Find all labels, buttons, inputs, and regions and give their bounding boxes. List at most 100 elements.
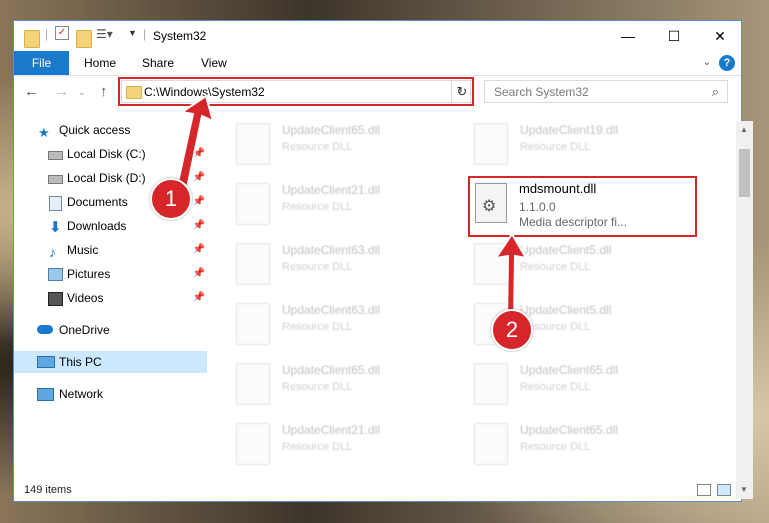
- music-icon: ♪: [49, 244, 56, 260]
- file-name: UpdateClient21.dll: [282, 423, 381, 437]
- list-item[interactable]: UpdateClient65.dll Resource DLL: [230, 117, 466, 173]
- list-item[interactable]: UpdateClient19.dll Resource DLL: [468, 117, 704, 173]
- dll-file-icon: [236, 303, 270, 345]
- sidebar-item-videos[interactable]: Videos 📌: [14, 287, 207, 309]
- ribbon: File Home Share View ⌄ ?: [14, 51, 741, 76]
- file-description: Resource DLL: [282, 261, 353, 273]
- cloud-icon: [37, 325, 53, 334]
- pictures-icon: [48, 268, 63, 281]
- pin-icon: 📌: [192, 268, 205, 279]
- file-description: Resource DLL: [520, 441, 591, 453]
- tab-file[interactable]: File: [14, 51, 69, 75]
- file-description: Resource DLL: [520, 381, 591, 393]
- dll-file-icon: [236, 123, 270, 165]
- item-count: 149 items: [24, 484, 72, 496]
- drive-icon: [48, 175, 63, 184]
- file-name: UpdateClient63.dll: [282, 243, 381, 257]
- list-item[interactable]: UpdateClient63.dll Resource DLL: [230, 297, 466, 353]
- minimize-button[interactable]: —: [605, 21, 651, 51]
- help-icon[interactable]: ?: [719, 55, 735, 71]
- sidebar-item-music[interactable]: ♪ Music 📌: [14, 239, 207, 261]
- network-icon: [37, 388, 54, 401]
- list-item[interactable]: UpdateClient21.dll Resource DLL: [230, 177, 466, 233]
- maximize-button[interactable]: ☐: [651, 21, 697, 51]
- forward-button[interactable]: →: [54, 83, 69, 100]
- details-view-icon[interactable]: [697, 484, 711, 496]
- list-item[interactable]: UpdateClient65.dll Resource DLL: [468, 357, 704, 413]
- sidebar-item-label: Videos: [67, 291, 104, 305]
- sidebar-item-label: Network: [59, 387, 104, 401]
- sidebar-item-label: Documents: [67, 195, 128, 209]
- sidebar-item-label: OneDrive: [59, 323, 110, 337]
- sidebar-item-network[interactable]: Network: [14, 383, 207, 405]
- sidebar-item-label: Music: [67, 243, 99, 257]
- scrollbar-thumb[interactable]: [739, 149, 750, 197]
- pin-icon: 📌: [192, 148, 205, 159]
- pin-icon: 📌: [192, 220, 205, 231]
- document-icon: [49, 196, 62, 211]
- list-item[interactable]: UpdateClient65.dll Resource DLL: [230, 357, 466, 413]
- address-highlight-box: [118, 77, 474, 106]
- up-button[interactable]: ↑: [100, 83, 108, 100]
- properties-icon[interactable]: ✓: [55, 26, 69, 40]
- status-bar: 149 items: [14, 481, 741, 501]
- new-folder-icon[interactable]: [76, 30, 92, 48]
- sidebar-item-label: Pictures: [67, 267, 111, 281]
- tab-view[interactable]: View: [201, 51, 227, 75]
- file-list: UpdateClient65.dll Resource DLL UpdateCli…: [216, 113, 721, 477]
- sidebar-item-label: Local Disk (C:): [67, 147, 146, 161]
- sidebar-item-this-pc[interactable]: This PC: [14, 351, 207, 373]
- file-highlight-box: [468, 176, 697, 237]
- dll-file-icon: [474, 243, 508, 285]
- drive-icon: [48, 151, 63, 160]
- search-placeholder: Search System32: [494, 85, 589, 99]
- file-description: Resource DLL: [282, 321, 353, 333]
- list-item[interactable]: UpdateClient65.dll Resource DLL: [468, 417, 704, 473]
- tab-share[interactable]: Share: [142, 51, 174, 75]
- close-button[interactable]: ✕: [697, 21, 743, 51]
- folder-icon: [24, 30, 40, 48]
- list-item[interactable]: UpdateClient5.dll Resource DLL: [468, 237, 704, 293]
- recent-locations-icon[interactable]: ⌄: [78, 87, 86, 98]
- qa-dropdown-icon[interactable]: ▼: [128, 28, 137, 44]
- file-description: Resource DLL: [282, 141, 353, 153]
- back-button[interactable]: ←: [24, 83, 39, 100]
- file-name: UpdateClient63.dll: [282, 303, 381, 317]
- sidebar-item-onedrive[interactable]: OneDrive: [14, 319, 207, 341]
- file-name: UpdateClient65.dll: [520, 363, 619, 377]
- sidebar-item-label: Quick access: [59, 123, 131, 137]
- file-description: Resource DLL: [282, 441, 353, 453]
- file-description: Resource DLL: [520, 141, 591, 153]
- search-icon: ⌕: [711, 84, 719, 99]
- navigation-pane: ★ Quick access Local Disk (C:) 📌 Local D…: [14, 117, 210, 477]
- dll-file-icon: [236, 243, 270, 285]
- large-icons-view-icon[interactable]: [717, 484, 731, 496]
- list-item[interactable]: UpdateClient21.dll Resource DLL: [230, 417, 466, 473]
- tab-home[interactable]: Home: [84, 51, 116, 75]
- expand-ribbon-icon[interactable]: ⌄: [703, 57, 711, 68]
- dll-file-icon: [236, 423, 270, 465]
- list-item[interactable]: UpdateClient63.dll Resource DLL: [230, 237, 466, 293]
- pin-icon: 📌: [192, 172, 205, 183]
- search-input[interactable]: Search System32 ⌕: [484, 80, 728, 103]
- dll-file-icon: [474, 123, 508, 165]
- pin-icon: 📌: [192, 244, 205, 255]
- dll-file-icon: [474, 423, 508, 465]
- file-name: UpdateClient5.dll: [520, 243, 612, 257]
- sidebar-item-label: This PC: [59, 355, 102, 369]
- vertical-scrollbar[interactable]: ▲ ▼: [736, 121, 753, 499]
- star-icon: ★: [38, 125, 50, 140]
- separator: |: [143, 27, 147, 41]
- customize-icon[interactable]: ☰▾: [96, 27, 113, 43]
- videos-icon: [48, 292, 63, 306]
- pin-icon: 📌: [192, 196, 205, 207]
- file-name: UpdateClient5.dll: [520, 303, 612, 317]
- step-badge-1: 1: [150, 178, 192, 220]
- scroll-down-icon[interactable]: ▼: [740, 485, 748, 494]
- sidebar-item-pictures[interactable]: Pictures 📌: [14, 263, 207, 285]
- dll-file-icon: [236, 363, 270, 405]
- sidebar-item-quick-access[interactable]: ★ Quick access: [14, 119, 207, 141]
- sidebar-item-local-disk-c[interactable]: Local Disk (C:) 📌: [14, 143, 207, 165]
- file-name: UpdateClient65.dll: [282, 363, 381, 377]
- scroll-up-icon[interactable]: ▲: [740, 125, 748, 134]
